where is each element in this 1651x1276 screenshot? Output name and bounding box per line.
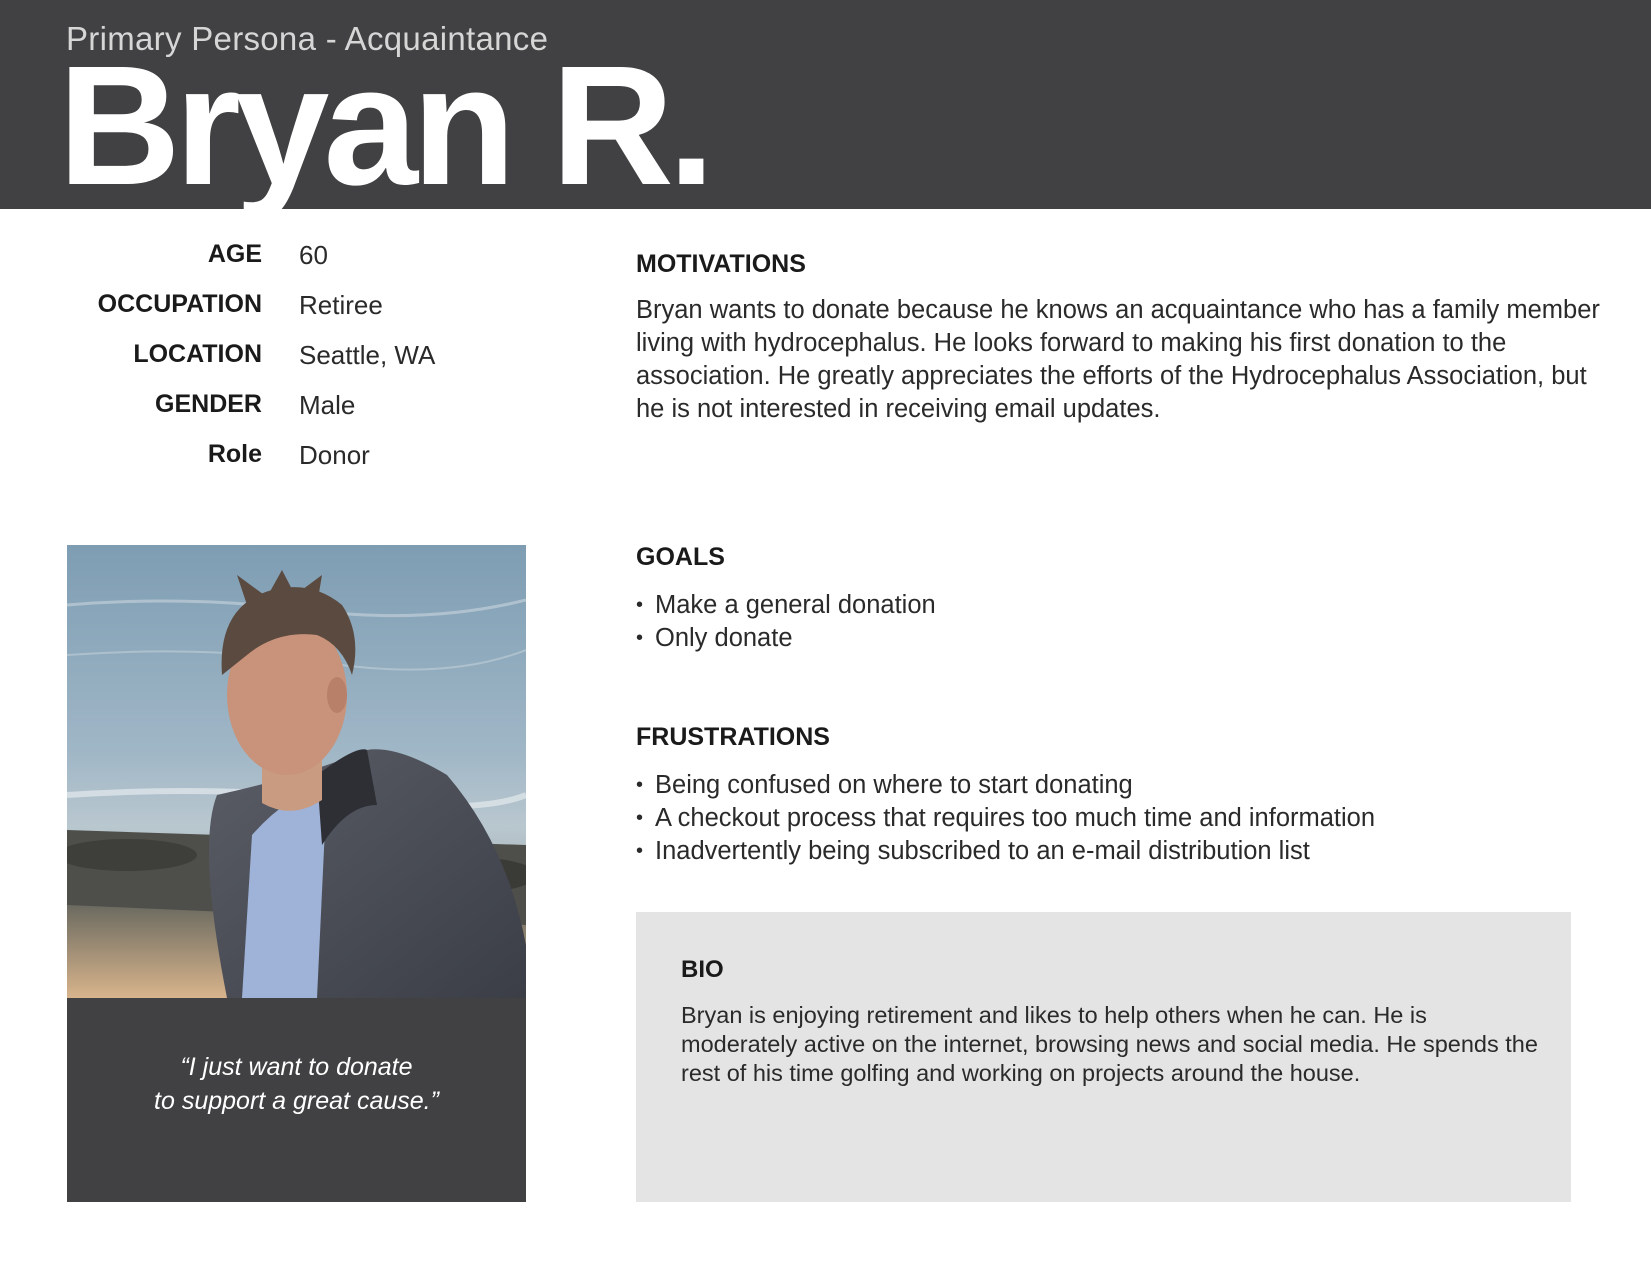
attribute-role: Role Donor <box>0 440 560 480</box>
attribute-label: Role <box>207 440 262 468</box>
attribute-location: LOCATION Seattle, WA <box>0 340 560 380</box>
persona-quote: “I just want to donate to support a grea… <box>67 1050 526 1118</box>
persona-photo <box>67 545 526 998</box>
frustrations-list: Being confused on where to start donatin… <box>636 769 1375 868</box>
list-item: Only donate <box>636 622 936 655</box>
attribute-age: AGE 60 <box>0 240 560 280</box>
persona-name: Bryan R. <box>58 31 715 209</box>
list-item: Inadvertently being subscribed to an e-m… <box>636 835 1375 868</box>
attribute-label: OCCUPATION <box>97 290 262 318</box>
attribute-occupation: OCCUPATION Retiree <box>0 290 560 330</box>
attribute-value: Male <box>299 390 356 420</box>
motivations-text: Bryan wants to donate because he knows a… <box>636 296 1600 423</box>
attribute-label: AGE <box>207 240 262 268</box>
quote-line: “I just want to donate <box>180 1053 413 1081</box>
list-item: Make a general donation <box>636 589 936 622</box>
frustrations-heading: FRUSTRATIONS <box>636 723 830 751</box>
goals-list: Make a general donation Only donate <box>636 589 936 655</box>
quote-line: to support a great cause.” <box>154 1087 439 1115</box>
goals-heading: GOALS <box>636 543 725 571</box>
attribute-value: Donor <box>299 440 370 470</box>
attribute-gender: GENDER Male <box>0 390 560 430</box>
list-item: A checkout process that requires too muc… <box>636 802 1375 835</box>
quote-box: “I just want to donate to support a grea… <box>67 998 526 1202</box>
bio-box: BIO Bryan is enjoying retirement and lik… <box>636 912 1571 1202</box>
attribute-label: GENDER <box>155 390 262 418</box>
attribute-value: Retiree <box>299 290 383 320</box>
persona-header: Primary Persona - Acquaintance Bryan R. <box>0 0 1651 209</box>
bio-heading: BIO <box>681 956 724 983</box>
bio-text: Bryan is enjoying retirement and likes t… <box>681 1002 1538 1086</box>
motivations-heading: MOTIVATIONS <box>636 250 806 278</box>
list-item: Being confused on where to start donatin… <box>636 769 1375 802</box>
attribute-value: Seattle, WA <box>299 340 436 370</box>
attribute-value: 60 <box>299 240 328 270</box>
attribute-label: LOCATION <box>133 340 262 368</box>
